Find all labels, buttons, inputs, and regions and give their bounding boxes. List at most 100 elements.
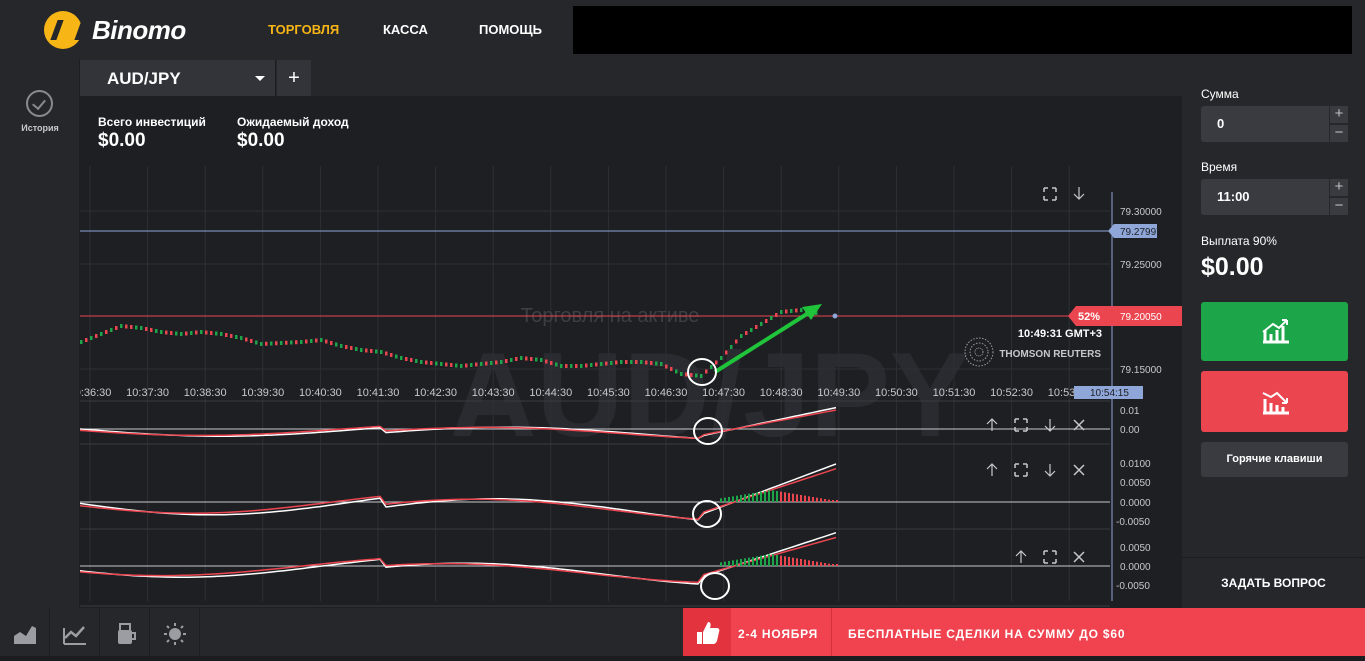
candle	[360, 348, 363, 352]
current-percent: 52%	[1078, 311, 1100, 323]
nav-help[interactable]: ПОМОЩЬ	[479, 22, 542, 37]
candle	[100, 332, 103, 336]
histogram-bar	[732, 496, 734, 502]
candle	[560, 364, 563, 368]
indicators-icon[interactable]	[100, 608, 150, 656]
candle	[330, 341, 333, 345]
nav-trading[interactable]: ТОРГОВЛЯ	[268, 22, 339, 37]
amount-value[interactable]: 0	[1217, 116, 1224, 131]
candle	[275, 341, 278, 346]
promo-banner[interactable]: 2-4 НОЯБРЯ БЕСПЛАТНЫЕ СДЕЛКИ НА СУММУ ДО…	[683, 608, 1365, 656]
promo-dates: 2-4 НОЯБРЯ	[738, 627, 819, 641]
candle	[260, 342, 263, 346]
candle	[300, 340, 303, 344]
candle	[455, 363, 458, 368]
hotkeys-button[interactable]: Горячие клавиши	[1201, 442, 1348, 477]
histogram-bar	[780, 555, 782, 566]
candle	[415, 359, 418, 363]
current-point	[832, 313, 838, 319]
current-price-label: 79.20050	[1120, 312, 1162, 323]
asset-tab[interactable]: AUD/JPY	[80, 60, 276, 96]
line-chart-icon[interactable]	[50, 608, 100, 656]
candle	[355, 347, 358, 351]
candle	[155, 329, 158, 333]
candle	[665, 364, 668, 369]
histogram-bar	[728, 497, 730, 502]
history-label[interactable]: История	[0, 123, 80, 133]
histogram-bar	[784, 492, 786, 502]
histogram-bar	[804, 559, 806, 566]
time-minus-button[interactable]: −	[1329, 198, 1348, 215]
candle	[730, 345, 733, 349]
candle	[705, 369, 708, 374]
chevron-down-icon[interactable]	[255, 76, 265, 81]
nav-cashier[interactable]: КАССА	[383, 22, 428, 37]
candle	[510, 358, 513, 362]
candle	[295, 340, 298, 345]
osc1-tick: 0.00	[1120, 425, 1140, 436]
close-icon[interactable]	[1073, 551, 1085, 563]
histogram-bar	[740, 495, 742, 502]
candle	[165, 330, 168, 335]
arrow-down-icon[interactable]	[1073, 187, 1085, 200]
expand-icon[interactable]	[1043, 187, 1057, 201]
asset-bar: AUD/JPY +	[80, 60, 1182, 96]
logo[interactable]: Binomo	[44, 11, 186, 49]
expand-icon[interactable]	[1014, 463, 1028, 477]
candle	[755, 325, 758, 329]
area-chart-icon[interactable]	[0, 608, 50, 656]
arrow-up-icon[interactable]	[986, 463, 998, 476]
osc2-tick: 0.0100	[1120, 459, 1151, 470]
candle	[215, 331, 218, 336]
amount-plus-button[interactable]: +	[1329, 106, 1348, 123]
candle	[210, 331, 213, 335]
put-down-button[interactable]	[1201, 371, 1348, 432]
candle	[635, 360, 638, 364]
histogram-bar	[824, 563, 826, 566]
promo-text: БЕСПЛАТНЫЕ СДЕЛКИ НА СУММУ ДО $60	[848, 627, 1126, 641]
candle	[735, 339, 738, 344]
candle	[610, 361, 613, 365]
candle	[280, 341, 283, 345]
theme-icon[interactable]	[150, 608, 200, 656]
candle	[450, 363, 453, 367]
history-icon[interactable]	[26, 90, 53, 117]
candle	[625, 360, 628, 364]
arrow-up-icon[interactable]	[1015, 550, 1027, 563]
histogram-bar	[724, 497, 726, 502]
histogram-bar	[812, 561, 814, 566]
candle	[185, 331, 188, 336]
oscillator-line	[80, 463, 837, 521]
divider	[831, 608, 832, 656]
osc1-tick: 0.01	[1120, 406, 1140, 417]
time-tick: 10:52:30	[990, 387, 1033, 399]
call-up-button[interactable]	[1201, 302, 1348, 361]
candle	[130, 325, 133, 329]
amount-minus-button[interactable]: −	[1329, 125, 1348, 142]
price-chart[interactable]: AUD/JPY Торговля на активе 79.30000 79.2…	[80, 96, 1182, 608]
time-plus-button[interactable]: +	[1329, 179, 1348, 196]
candle	[790, 309, 793, 313]
chart-area[interactable]: Всего инвестиций $0.00 Ожидаемый доход $…	[80, 96, 1182, 608]
candle	[750, 328, 753, 332]
candle	[535, 357, 538, 362]
histogram-bar	[736, 559, 738, 566]
osc2-tick: 0.0050	[1120, 478, 1151, 489]
time-field[interactable]: 11:00	[1201, 179, 1329, 215]
candle	[220, 332, 223, 336]
histogram-bar	[828, 499, 830, 502]
ask-question-button[interactable]: ЗАДАТЬ ВОПРОС	[1182, 576, 1365, 590]
close-icon[interactable]	[1073, 464, 1085, 476]
histogram-bar	[804, 495, 806, 502]
arrow-down-icon[interactable]	[1044, 464, 1056, 477]
amount-field[interactable]: 0	[1201, 106, 1329, 142]
histogram-bar	[792, 493, 794, 502]
time-tick: 10:46:30	[645, 387, 688, 399]
time-value[interactable]: 11:00	[1217, 189, 1250, 204]
histogram-bar	[828, 563, 830, 566]
histogram-bar	[792, 557, 794, 566]
expand-icon[interactable]	[1043, 550, 1057, 564]
add-asset-button[interactable]: +	[277, 60, 311, 96]
histogram-bar	[772, 490, 774, 502]
candle	[435, 361, 438, 366]
